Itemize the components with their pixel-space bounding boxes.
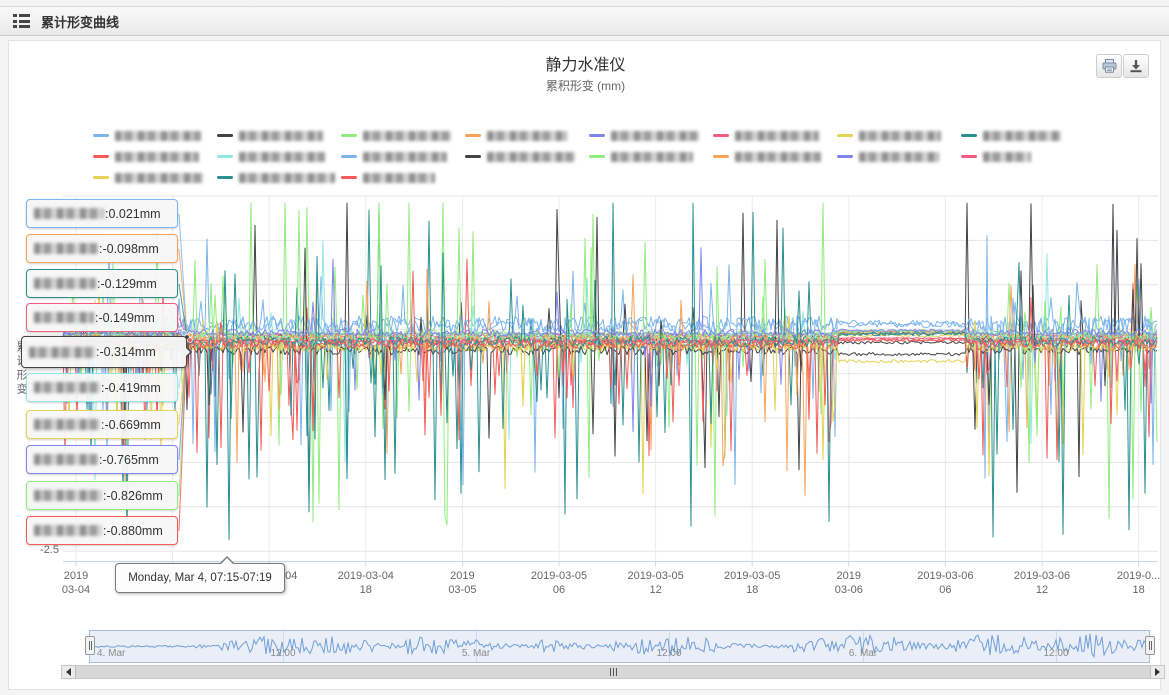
- scrollbar-right-button[interactable]: [1150, 666, 1164, 678]
- list-icon[interactable]: [13, 14, 31, 28]
- scrollbar-thumb[interactable]: [75, 666, 1151, 678]
- navigator-tick-label: 12:00: [639, 648, 699, 659]
- page-title: 累计形变曲线: [41, 12, 119, 31]
- x-tick-label: 2019-0...18: [1094, 569, 1169, 597]
- x-tick-label: 2019-03-0612: [997, 569, 1087, 597]
- tooltip-date-text: Monday, Mar 4, 07:15-07:19: [128, 572, 272, 584]
- arrow-right-icon: [1155, 668, 1160, 676]
- tooltip-value: :-0.669mm: [101, 418, 161, 432]
- series-layer: [63, 203, 1157, 541]
- x-tick-label: 201903-04: [31, 569, 121, 597]
- tooltip-value: :-0.149mm: [95, 311, 155, 325]
- navigator-tick-label: 6. Mar: [833, 648, 893, 659]
- x-tick-label: 2019-03-0506: [514, 569, 604, 597]
- tooltip-series-name-redacted: [34, 278, 96, 289]
- tooltip-box: :-0.129mm: [26, 269, 178, 298]
- tooltip-series-name-redacted: [34, 454, 98, 465]
- tooltip-box: :-0.098mm: [26, 234, 178, 263]
- tooltip-box: :-0.880mm: [26, 516, 178, 545]
- tooltip-series-name-redacted: [34, 525, 102, 536]
- top-bar: 累计形变曲线: [0, 6, 1169, 36]
- navigator-tick-label: 12:00: [1026, 648, 1086, 659]
- tooltip-box: :-0.314mm: [21, 336, 187, 368]
- tooltip-box: :0.021mm: [26, 199, 178, 228]
- tooltip-date-box: Monday, Mar 4, 07:15-07:19: [115, 563, 285, 593]
- arrow-left-icon: [66, 668, 71, 676]
- tooltip-series-name-redacted: [34, 419, 100, 430]
- tooltip-series-name-redacted: [34, 312, 94, 323]
- scrollbar-left-button[interactable]: [62, 666, 76, 678]
- scrollbar[interactable]: [61, 665, 1165, 679]
- x-tick-label: 2019-03-0606: [900, 569, 990, 597]
- navigator-handle-left[interactable]: [85, 636, 95, 655]
- x-tick-label: 2019-03-0418: [321, 569, 411, 597]
- tooltip-series-name-redacted: [34, 382, 100, 393]
- navigator-tick-label: 4. Mar: [97, 648, 157, 659]
- chart-panel: 静力水准仪 累积形变 (mm) 累计形变 -2.5 201903-042019-…: [8, 40, 1161, 690]
- navigator-series: [90, 631, 1149, 662]
- tooltip-value: :-0.880mm: [103, 524, 163, 538]
- x-tick-label: 2019-03-0518: [707, 569, 797, 597]
- x-tick-label: 201903-05: [417, 569, 507, 597]
- tooltip-box: :-0.765mm: [26, 445, 178, 474]
- navigator-tick-label: 12:00: [253, 648, 313, 659]
- tooltip-series-name-redacted: [29, 347, 95, 358]
- y-axis-min-label: -2.5: [27, 544, 59, 556]
- main-chart-svg[interactable]: [9, 41, 1162, 589]
- tooltip-value: :-0.314mm: [96, 345, 156, 359]
- x-tick-label: 2019-03-0512: [611, 569, 701, 597]
- tooltip-series-name-redacted: [34, 490, 102, 501]
- navigator[interactable]: 4. Mar 12:00 5. Mar 12:00 6. Mar 12:00: [89, 630, 1150, 663]
- navigator-handle-right[interactable]: [1145, 636, 1155, 655]
- tooltip-value: :0.021mm: [105, 207, 161, 221]
- tooltip-value: :-0.098mm: [99, 242, 159, 256]
- tooltip-box: :-0.149mm: [26, 303, 178, 332]
- tooltip-value: :-0.129mm: [97, 277, 157, 291]
- tooltip-value: :-0.419mm: [101, 381, 161, 395]
- tooltip-box: :-0.826mm: [26, 481, 178, 510]
- x-tick-label: 201903-06: [804, 569, 894, 597]
- tooltip-value: :-0.765mm: [99, 453, 159, 467]
- tooltip-box: :-0.669mm: [26, 410, 178, 439]
- navigator-tick-label: 5. Mar: [446, 648, 506, 659]
- tooltip-series-name-redacted: [34, 208, 104, 219]
- tooltip-box: :-0.419mm: [26, 373, 178, 402]
- tooltip-value: :-0.826mm: [103, 489, 163, 503]
- tooltip-series-name-redacted: [34, 243, 98, 254]
